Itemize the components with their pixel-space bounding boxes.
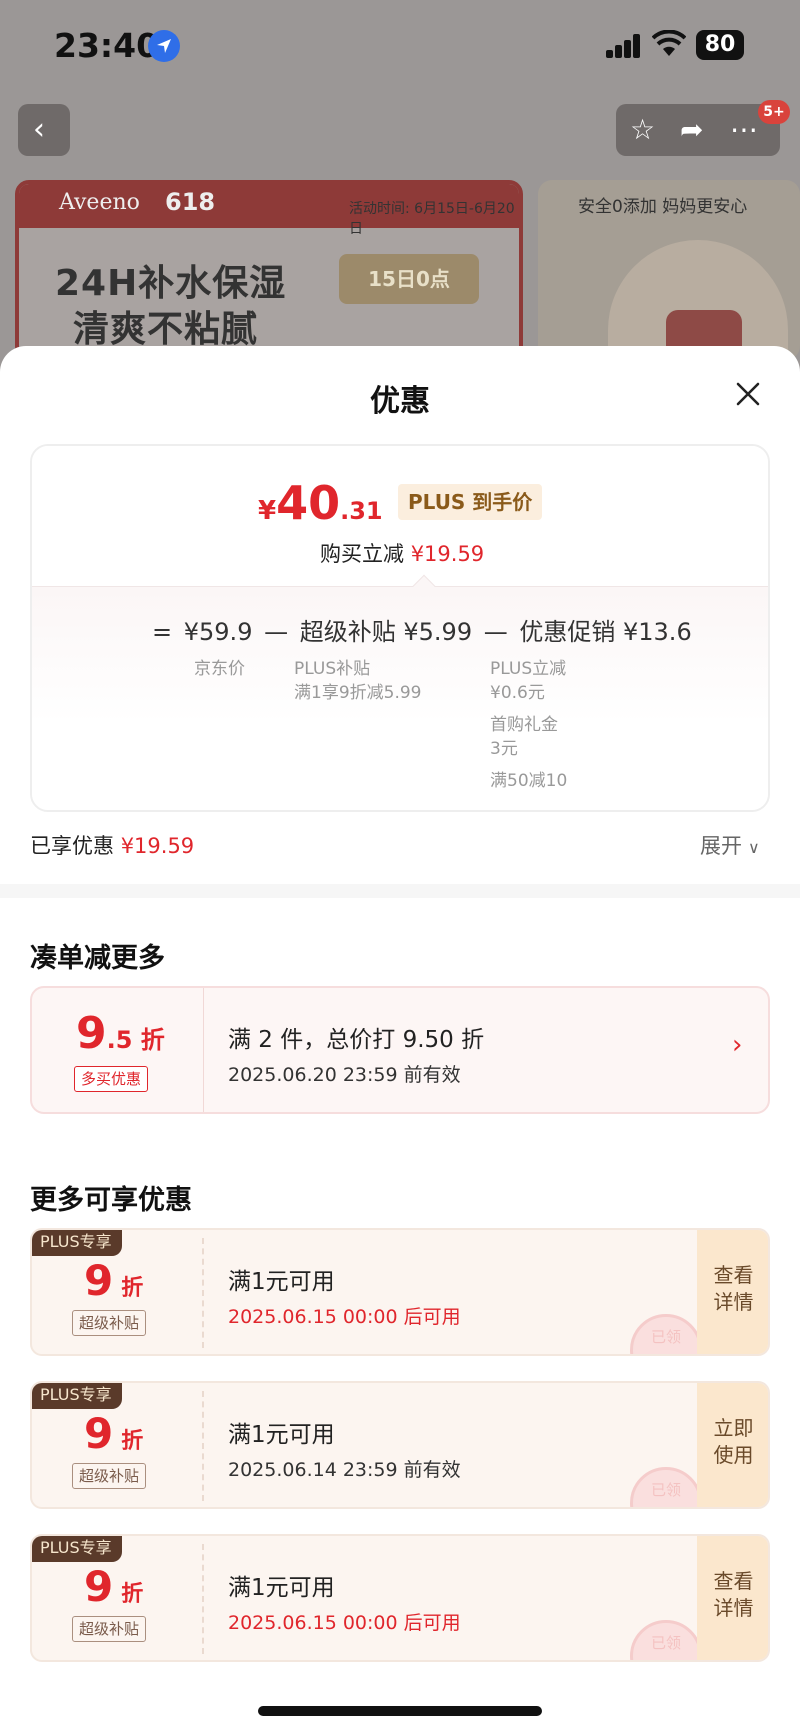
jd-price-label: 京东价 [194,659,245,679]
expand-button[interactable]: 展开 ∨ [700,830,760,860]
status-bar: 23:40 80 [0,0,800,90]
promo-sub2: ¥0.6元 [490,683,545,703]
promo-sub5: 满50减10 [490,771,568,791]
instant-reduction: 购买立减 ¥19.59 [320,542,485,566]
super-subsidy-tag: 超级补贴 [72,1463,147,1489]
discount-bottom-sheet: 优惠 ¥40.31 PLUS 到手价 购买立减 ¥19.59 = ¥59.9 —… [0,346,800,1730]
close-icon[interactable] [730,376,766,412]
coupon-divider [202,1238,204,1348]
price-equation: = ¥59.9 — 超级补贴 ¥5.99 — 优惠促销 ¥13.6 [152,618,692,646]
combo-valid-date: 2025.06.20 23:59 前有效 [228,1064,461,1086]
chevron-right-icon: › [732,1030,743,1060]
message-count-badge: 5+ [758,100,790,124]
promo-banner-main[interactable]: Aveeno 618 活动时间: 6月15日-6月20日 24H补水保湿 清爽不… [15,180,523,360]
banner-promo-badge: 15日0点 [339,254,479,304]
claimed-stamp: 已领 [630,1314,702,1354]
banner2-text: 安全0添加 妈妈更安心 [578,197,748,217]
super-subsidy-sub2: 满1享9折减5.99 [294,683,422,703]
combo-description: 满 2 件，总价打 9.50 折 [228,1027,485,1053]
banner-date: 活动时间: 6月15日-6月20日 [349,201,515,237]
promo-sub1: PLUS立减 [490,659,567,679]
coupon-condition: 满1元可用 [228,1575,335,1601]
wifi-icon [651,29,687,62]
coupon-date: 2025.06.14 23:59 前有效 [228,1459,461,1481]
event-logo: 618 [165,188,216,216]
share-icon[interactable]: ➦ [680,113,703,146]
plus-exclusive-label: PLUS专享 [32,1230,122,1256]
view-details-button[interactable]: 查看 详情 [697,1536,768,1660]
back-button[interactable]: ‹ [18,104,70,156]
view-details-button[interactable]: 查看 详情 [697,1230,768,1354]
multi-buy-discount-card[interactable]: 9.5 折 多买优惠 满 2 件，总价打 9.50 折 2025.06.20 2… [30,986,770,1114]
more-icon[interactable]: ⋯ [730,113,758,146]
coupon-discount: 9折 [84,1256,144,1305]
enjoyed-discount: 已享优惠 ¥19.59 [30,834,195,858]
banner-headline-1: 24H补水保湿 [55,263,287,304]
super-subsidy-tag: 超级补贴 [72,1616,147,1642]
combo-discount-left: 9.5 折 多买优惠 [32,988,204,1112]
claimed-stamp: 已领 [630,1620,702,1660]
status-time: 23:40 [54,26,160,65]
super-subsidy-sub1: PLUS补贴 [294,659,371,679]
promo-banner-secondary[interactable]: 安全0添加 妈妈更安心 [538,180,800,360]
coupon-condition: 满1元可用 [228,1269,335,1295]
plus-price-tag: PLUS 到手价 [398,484,543,520]
multi-buy-tag: 多买优惠 [74,1066,149,1092]
price-breakdown-card: ¥40.31 PLUS 到手价 购买立减 ¥19.59 = ¥59.9 — 超级… [30,444,770,812]
more-coupons-title: 更多可享优惠 [30,1185,192,1216]
promo-sub3: 首购礼金 [490,715,558,735]
coupon-card[interactable]: PLUS专享 9折 超级补贴 满1元可用 2025.06.14 23:59 前有… [30,1381,770,1509]
chevron-left-icon: ‹ [33,112,45,147]
price-formula: = ¥59.9 — 超级补贴 ¥5.99 — 优惠促销 ¥13.6 京东价 PL… [32,586,768,810]
cellular-signal-icon [606,34,642,58]
background-product-page: 23:40 80 ‹ ☆ ➦ ⋯ 5+ Aveeno 618 活动时间: 6月1… [0,0,800,400]
home-indicator[interactable] [258,1706,542,1716]
coupon-condition: 满1元可用 [228,1422,335,1448]
banner-headline-2: 清爽不粘腻 [73,309,259,350]
battery-indicator: 80 [696,30,744,60]
promo-discount: 优惠促销 ¥13.6 [519,618,692,646]
sheet-title: 优惠 [370,384,430,419]
price-summary: ¥40.31 PLUS 到手价 购买立减 ¥19.59 [32,446,768,586]
claimed-stamp: 已领 [630,1467,702,1507]
combo-section-title: 凑单减更多 [30,943,165,974]
super-subsidy-tag: 超级补贴 [72,1310,147,1336]
jd-price: ¥59.9 [183,618,253,646]
section-divider [0,884,800,898]
nav-actions: ☆ ➦ ⋯ [616,104,780,156]
location-arrow-icon [148,30,180,62]
coupon-divider [202,1391,204,1501]
super-subsidy: 超级补贴 ¥5.99 [299,618,473,646]
coupon-discount: 9折 [84,1562,144,1611]
coupon-date: 2025.06.15 00:00 后可用 [228,1306,461,1328]
brand-logo: Aveeno [59,190,140,215]
coupon-divider [202,1544,204,1654]
final-price: ¥40.31 [258,476,383,530]
promo-sub4: 3元 [490,739,518,759]
coupon-card[interactable]: PLUS专享 9折 超级补贴 满1元可用 2025.06.15 00:00 后可… [30,1534,770,1662]
chevron-down-icon: ∨ [748,838,760,857]
coupon-date: 2025.06.15 00:00 后可用 [228,1612,461,1634]
combo-discount-value: 9.5 折 [76,1008,165,1059]
coupon-discount: 9折 [84,1409,144,1458]
coupon-card[interactable]: PLUS专享 9折 超级补贴 满1元可用 2025.06.15 00:00 后可… [30,1228,770,1356]
star-icon[interactable]: ☆ [630,113,655,146]
use-now-button[interactable]: 立即 使用 [697,1383,768,1507]
plus-exclusive-label: PLUS专享 [32,1383,122,1409]
plus-exclusive-label: PLUS专享 [32,1536,122,1562]
